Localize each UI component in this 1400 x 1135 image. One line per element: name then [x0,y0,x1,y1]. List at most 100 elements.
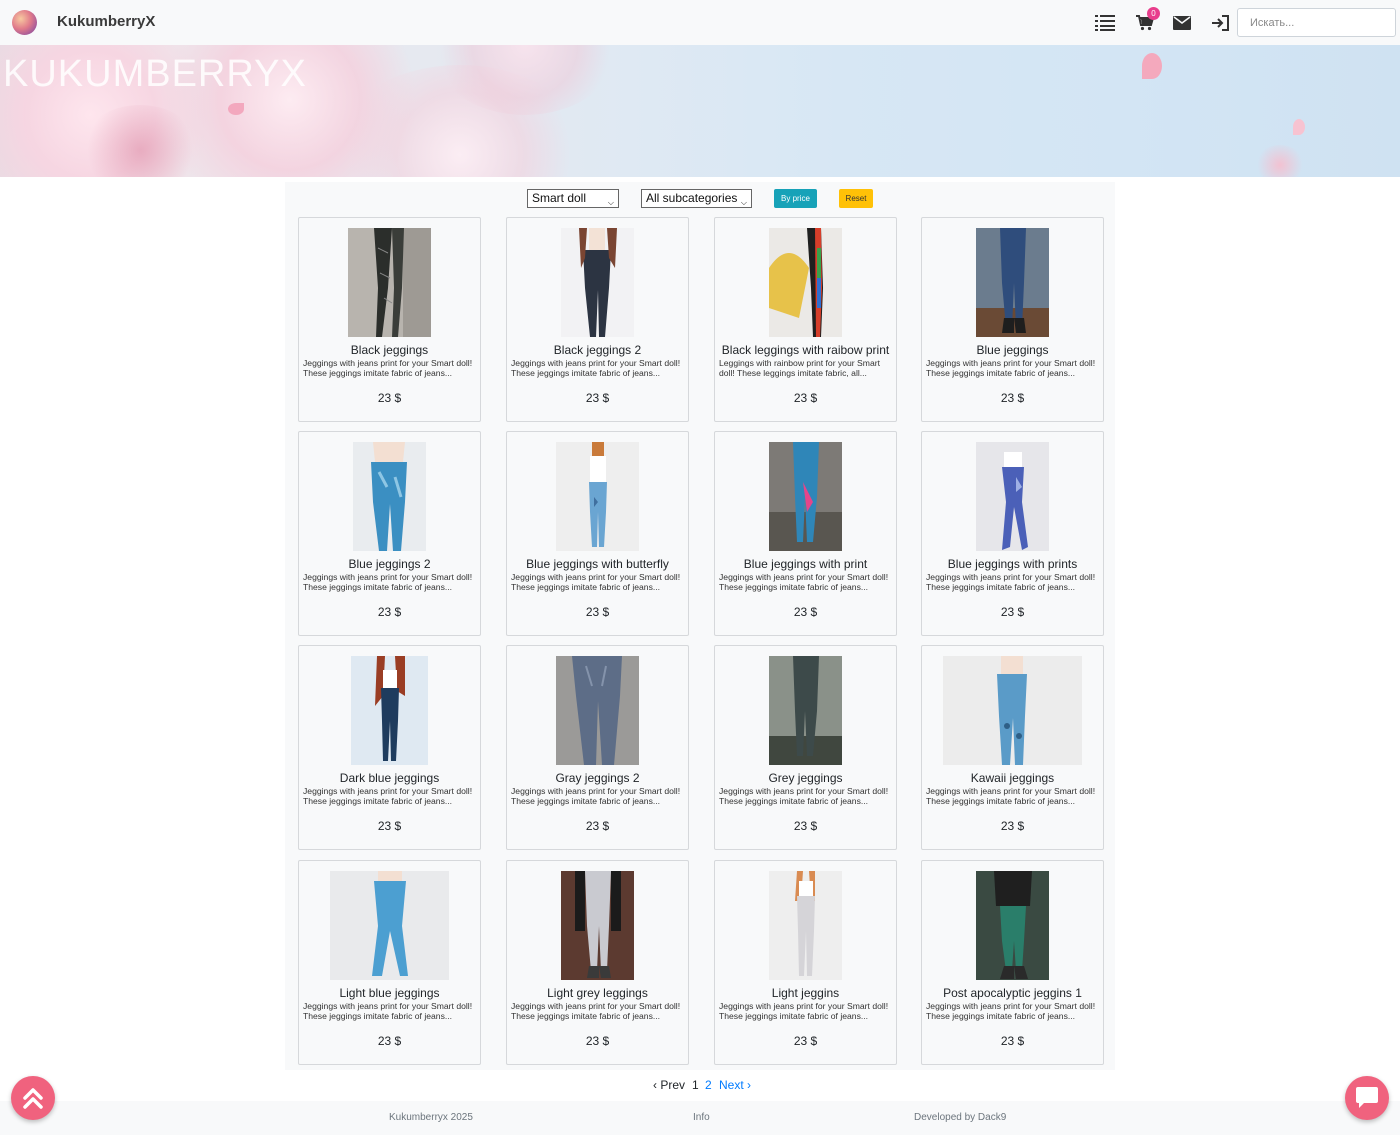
next-page-link[interactable]: Next › [719,1078,751,1092]
footer-info-link[interactable]: Info [693,1112,710,1123]
product-image[interactable] [769,228,842,337]
product-price: 23 $ [1000,1034,1025,1048]
product-image[interactable] [769,656,842,765]
product-catalog: Smart doll ⌵ All subcategories ⌵ By pric… [285,182,1115,1070]
product-name[interactable]: Light blue jeggings [299,986,480,1000]
product-price: 23 $ [793,605,818,619]
product-name[interactable]: Light grey leggings [507,986,688,1000]
product-card[interactable]: Blue jeggings with print Jeggings with j… [714,431,897,636]
product-name[interactable]: Post apocalyptic jeggins 1 [922,986,1103,1000]
product-description: Jeggings with jeans print for your Smart… [719,787,889,806]
mail-icon[interactable] [1171,12,1193,34]
page-2-link[interactable]: 2 [705,1078,712,1092]
product-description: Jeggings with jeans print for your Smart… [926,573,1096,592]
footer: Kukumberryx 2025 Info Developed by Dack9 [0,1101,1400,1135]
banner-title: KUKUMBERRYX [3,53,307,95]
chat-bubble-icon [1356,1087,1378,1108]
product-name[interactable]: Light jeggins [715,986,896,1000]
product-name[interactable]: Blue jeggings with prints [922,557,1103,571]
product-name[interactable]: Grey jeggings [715,771,896,785]
search-input[interactable] [1237,8,1396,37]
product-card[interactable]: Blue jeggings Jeggings with jeans print … [921,217,1104,422]
product-description: Jeggings with jeans print for your Smart… [511,787,681,806]
product-name[interactable]: Kawaii jeggings [922,771,1103,785]
product-price: 23 $ [585,1034,610,1048]
product-name[interactable]: Gray jeggings 2 [507,771,688,785]
product-name[interactable]: Black jeggings 2 [507,343,688,357]
hero-banner: KUKUMBERRYX [0,45,1400,177]
product-name[interactable]: Blue jeggings [922,343,1103,357]
product-image[interactable] [976,442,1049,551]
product-card[interactable]: Blue jeggings with prints Jeggings with … [921,431,1104,636]
product-image[interactable] [330,871,449,980]
product-description: Leggings with rainbow print for your Sma… [719,359,880,378]
list-icon[interactable] [1094,12,1116,34]
product-name[interactable]: Blue jeggings with butterfly [507,557,688,571]
page-1-link[interactable]: 1 [692,1078,699,1092]
brand-name[interactable]: KukumberryX [57,13,155,30]
subcategory-select[interactable]: All subcategories ⌵ [641,189,752,208]
product-card[interactable]: Blue jeggings with butterfly Jeggings wi… [506,431,689,636]
product-card[interactable]: Black jeggings Jeggings with jeans print… [298,217,481,422]
product-image[interactable] [561,228,634,337]
product-card[interactable]: Light blue jeggings Jeggings with jeans … [298,860,481,1065]
chevron-down-icon: ⌵ [607,198,614,207]
product-price: 23 $ [377,819,402,833]
product-description: Jeggings with jeans print for your Smart… [926,1002,1096,1021]
product-description: Jeggings with jeans print for your Smart… [511,573,681,592]
product-card[interactable]: Light grey leggings Jeggings with jeans … [506,860,689,1065]
category-select-value: Smart doll [532,191,587,205]
filter-bar: Smart doll ⌵ All subcategories ⌵ By pric… [285,189,1115,211]
product-name[interactable]: Blue jeggings with print [715,557,896,571]
product-image[interactable] [556,442,639,551]
product-image[interactable] [769,871,842,980]
product-card[interactable]: Kawaii jeggings Jeggings with jeans prin… [921,645,1104,850]
brand-logo[interactable] [12,10,37,35]
footer-developer: Developed by Dack9 [914,1112,1007,1123]
product-image[interactable] [943,656,1082,765]
product-description: Jeggings with jeans print for your Smart… [303,787,473,806]
product-card[interactable]: Blue jeggings 2 Jeggings with jeans prin… [298,431,481,636]
product-image[interactable] [556,656,639,765]
product-name[interactable]: Blue jeggings 2 [299,557,480,571]
product-name[interactable]: Dark blue jeggings [299,771,480,785]
product-image[interactable] [561,871,634,980]
product-description: Jeggings with jeans print for your Smart… [511,359,681,378]
product-image[interactable] [348,228,431,337]
product-card[interactable]: Black leggings with raibow print Legging… [714,217,897,422]
product-name[interactable]: Black leggings with raibow print [715,343,896,357]
product-description: Jeggings with jeans print for your Smart… [511,1002,681,1021]
product-image[interactable] [976,228,1049,337]
product-description: Jeggings with jeans print for your Smart… [719,1002,889,1021]
subcategory-select-value: All subcategories [646,191,738,205]
product-price: 23 $ [793,391,818,405]
product-card[interactable]: Light jeggins Jeggings with jeans print … [714,860,897,1065]
login-icon[interactable] [1209,12,1231,34]
product-name[interactable]: Black jeggings [299,343,480,357]
product-card[interactable]: Grey jeggings Jeggings with jeans print … [714,645,897,850]
product-description: Jeggings with jeans print for your Smart… [303,1002,473,1021]
product-description: Jeggings with jeans print for your Smart… [303,573,473,592]
product-description: Jeggings with jeans print for your Smart… [926,787,1096,806]
product-card[interactable]: Gray jeggings 2 Jeggings with jeans prin… [506,645,689,850]
product-price: 23 $ [585,605,610,619]
sort-by-price-button[interactable]: By price [774,189,817,208]
product-price: 23 $ [793,819,818,833]
product-image[interactable] [353,442,426,551]
product-card[interactable]: Black jeggings 2 Jeggings with jeans pri… [506,217,689,422]
prev-page-link[interactable]: ‹ Prev [653,1078,685,1092]
product-price: 23 $ [585,391,610,405]
product-price: 23 $ [377,1034,402,1048]
scroll-to-top-button[interactable] [11,1076,55,1120]
product-card[interactable]: Dark blue jeggings Jeggings with jeans p… [298,645,481,850]
product-image[interactable] [976,871,1049,980]
product-card[interactable]: Post apocalyptic jeggins 1 Jeggings with… [921,860,1104,1065]
reset-filters-button[interactable]: Reset [839,189,873,208]
chat-button[interactable] [1345,1076,1389,1120]
product-image[interactable] [351,656,428,765]
category-select[interactable]: Smart doll ⌵ [527,189,619,208]
product-price: 23 $ [1000,819,1025,833]
cart-icon[interactable]: 0 [1134,7,1160,34]
product-price: 23 $ [377,605,402,619]
product-image[interactable] [769,442,842,551]
